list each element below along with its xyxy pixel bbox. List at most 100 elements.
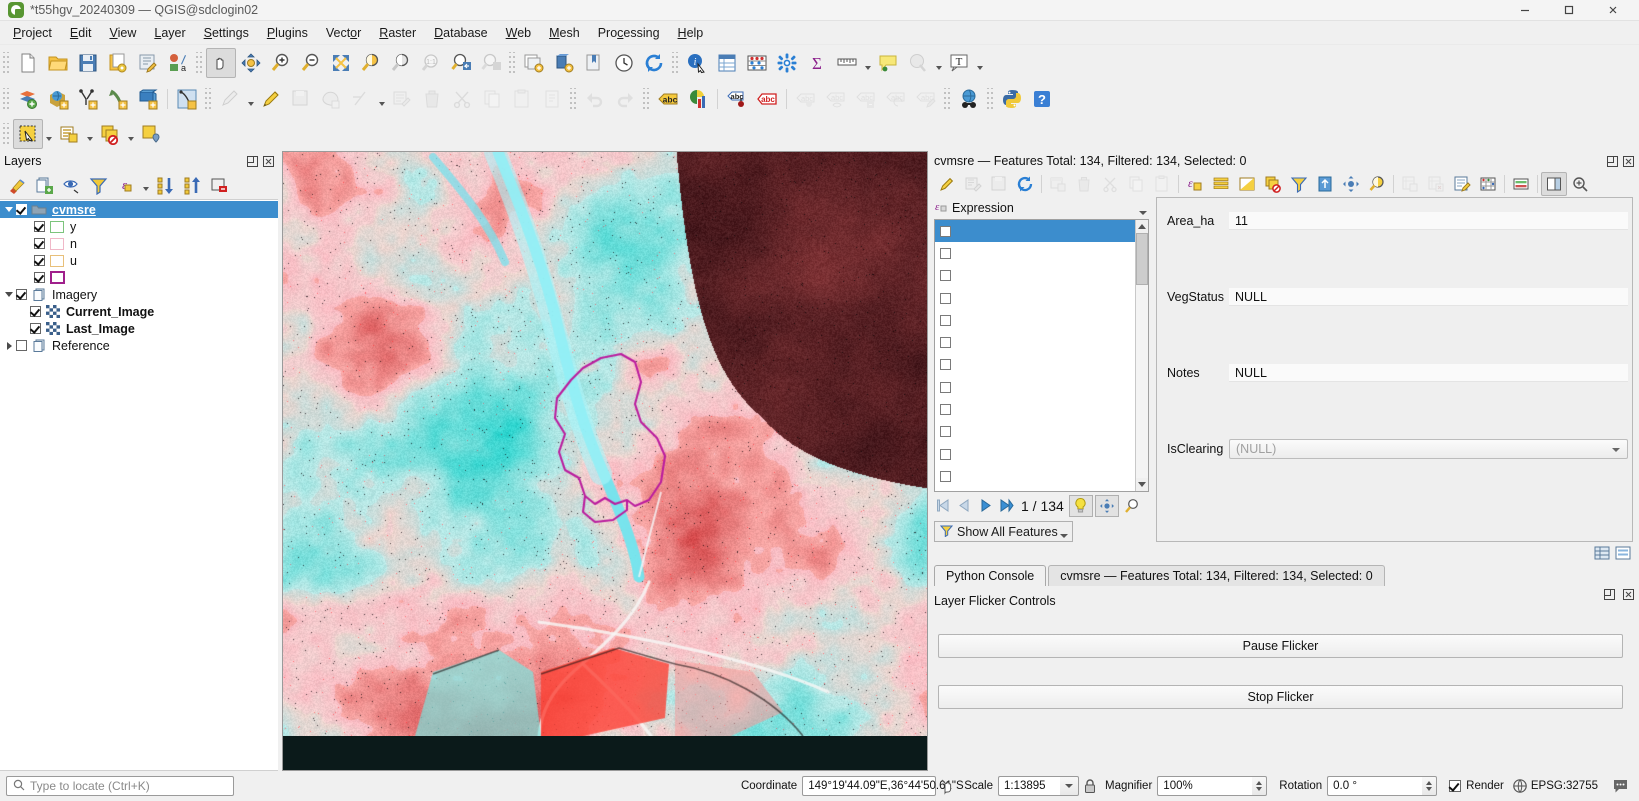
- paste-features-icon[interactable]: [507, 84, 537, 114]
- toolbar-grip[interactable]: [2, 123, 11, 145]
- metasearch-icon[interactable]: [954, 84, 984, 114]
- minimize-icon[interactable]: [1503, 0, 1547, 21]
- vegstatus-field[interactable]: NULL: [1229, 288, 1628, 306]
- identify-features-icon[interactable]: i: [682, 48, 712, 78]
- copy-paste-style-icon[interactable]: [537, 84, 567, 114]
- menu-web[interactable]: Web: [497, 23, 540, 43]
- zoom-to-feature-icon[interactable]: [1121, 495, 1143, 517]
- expander-icon[interactable]: [2, 286, 16, 303]
- pan-to-feature-icon[interactable]: [1094, 494, 1119, 517]
- symbol-checkbox[interactable]: [34, 255, 45, 266]
- show-all-features-button[interactable]: Show All Features: [934, 521, 1073, 542]
- delete-selected-icon[interactable]: [417, 84, 447, 114]
- add-mesh-layer-icon[interactable]: [133, 84, 163, 114]
- list-item[interactable]: [935, 465, 1135, 487]
- close-panel-icon[interactable]: [1622, 155, 1635, 168]
- previous-feature-icon[interactable]: [955, 496, 974, 516]
- magnifier-field[interactable]: 100%: [1157, 776, 1253, 796]
- expand-all-icon[interactable]: [152, 173, 179, 198]
- vertex-tool-caret[interactable]: [376, 84, 387, 114]
- rotate-label-icon[interactable]: abc: [851, 84, 881, 114]
- new-map-view-icon[interactable]: [519, 48, 549, 78]
- select-all-icon[interactable]: [1208, 172, 1234, 196]
- add-vector-layer-icon[interactable]: [13, 84, 43, 114]
- cut-features-icon[interactable]: [447, 84, 477, 114]
- toolbar-grip[interactable]: [204, 88, 213, 110]
- feature-checkbox[interactable]: [940, 381, 951, 393]
- copy-features-icon[interactable]: [1123, 172, 1149, 196]
- copy-features-icon[interactable]: [477, 84, 507, 114]
- menu-view[interactable]: View: [100, 23, 145, 43]
- symbol-checkbox[interactable]: [34, 272, 45, 283]
- toolbar-grip[interactable]: [943, 88, 952, 110]
- layer-symbol-n[interactable]: n: [0, 235, 278, 252]
- text-annotation-icon[interactable]: T: [944, 48, 974, 78]
- annotations-icon[interactable]: [903, 48, 933, 78]
- list-item[interactable]: [935, 220, 1135, 243]
- cut-features-icon[interactable]: [1097, 172, 1123, 196]
- layer-symbol-y[interactable]: y: [0, 218, 278, 235]
- filter-legend-expression-icon[interactable]: ε: [112, 173, 139, 198]
- bulb-icon[interactable]: [1068, 494, 1093, 517]
- feature-checkbox[interactable]: [940, 404, 951, 416]
- menu-edit[interactable]: Edit: [61, 23, 101, 43]
- form-view-icon[interactable]: [1508, 172, 1534, 196]
- feature-checkbox[interactable]: [940, 448, 951, 460]
- feature-checkbox[interactable]: [940, 470, 951, 482]
- save-layer-edits-icon[interactable]: [286, 84, 316, 114]
- map-imagery[interactable]: [283, 152, 927, 736]
- menu-plugins[interactable]: Plugins: [258, 23, 317, 43]
- current-edits-caret[interactable]: [245, 84, 256, 114]
- table-view-icon[interactable]: [1593, 545, 1610, 562]
- help-icon[interactable]: ?: [1027, 84, 1057, 114]
- pan-to-selection-icon[interactable]: [236, 48, 266, 78]
- feature-checkbox[interactable]: [940, 359, 951, 371]
- style-manager-icon[interactable]: [133, 48, 163, 78]
- magnifier-stepper[interactable]: [1252, 776, 1268, 796]
- measure-dropdown-caret[interactable]: [862, 48, 873, 78]
- pan-map-icon[interactable]: [206, 48, 236, 78]
- add-group-icon[interactable]: [31, 173, 58, 198]
- coordinate-capture-icon[interactable]: [936, 775, 958, 797]
- remove-layer-icon[interactable]: [206, 173, 233, 198]
- field-calculator-icon[interactable]: [1449, 172, 1475, 196]
- form-view-icon[interactable]: [1614, 545, 1631, 562]
- new-3d-map-view-icon[interactable]: [549, 48, 579, 78]
- zoom-last-icon[interactable]: [446, 48, 476, 78]
- layer-item-last-image[interactable]: Last_Image: [0, 320, 278, 337]
- scrollbar-track[interactable]: [1136, 285, 1148, 478]
- toolbar-grip[interactable]: [671, 52, 680, 74]
- feature-checkbox[interactable]: [940, 426, 951, 438]
- feature-checkbox[interactable]: [940, 337, 951, 349]
- feature-checkbox[interactable]: [940, 292, 951, 304]
- tab-attribute-table[interactable]: cvmsre — Features Total: 134, Filtered: …: [1048, 565, 1385, 586]
- delete-selected-icon[interactable]: [1071, 172, 1097, 196]
- zoom-full-icon[interactable]: [326, 48, 356, 78]
- undock-icon[interactable]: [1606, 155, 1619, 168]
- save-edits-icon[interactable]: [960, 172, 986, 196]
- feature-list[interactable]: [934, 219, 1149, 492]
- deselect-features-caret[interactable]: [125, 119, 136, 149]
- deselect-all-icon[interactable]: [1260, 172, 1286, 196]
- pause-flicker-button[interactable]: Pause Flicker: [938, 634, 1623, 658]
- locator-bar[interactable]: Type to locate (Ctrl+K): [6, 776, 234, 796]
- list-item[interactable]: [935, 376, 1135, 398]
- pin-labels-icon[interactable]: abc: [722, 84, 752, 114]
- toolbar-grip[interactable]: [2, 52, 11, 74]
- feature-list-items[interactable]: [935, 220, 1135, 491]
- feature-checkbox[interactable]: [940, 270, 951, 282]
- layer-symbol-selected[interactable]: [0, 269, 278, 286]
- current-edits-icon[interactable]: [215, 84, 245, 114]
- feature-checkbox[interactable]: [940, 314, 951, 326]
- show-hide-labels-icon[interactable]: abc: [821, 84, 851, 114]
- menu-layer[interactable]: Layer: [145, 23, 194, 43]
- feature-list-scrollbar[interactable]: [1135, 220, 1148, 491]
- undock-icon[interactable]: [246, 155, 259, 168]
- menu-mesh[interactable]: Mesh: [540, 23, 589, 43]
- delete-field-icon[interactable]: [1423, 172, 1449, 196]
- python-console-icon[interactable]: [997, 84, 1027, 114]
- zoom-to-selection-icon[interactable]: [356, 48, 386, 78]
- list-item[interactable]: [935, 354, 1135, 376]
- filter-legend-caret[interactable]: [139, 173, 152, 198]
- layer-symbol-u[interactable]: u: [0, 252, 278, 269]
